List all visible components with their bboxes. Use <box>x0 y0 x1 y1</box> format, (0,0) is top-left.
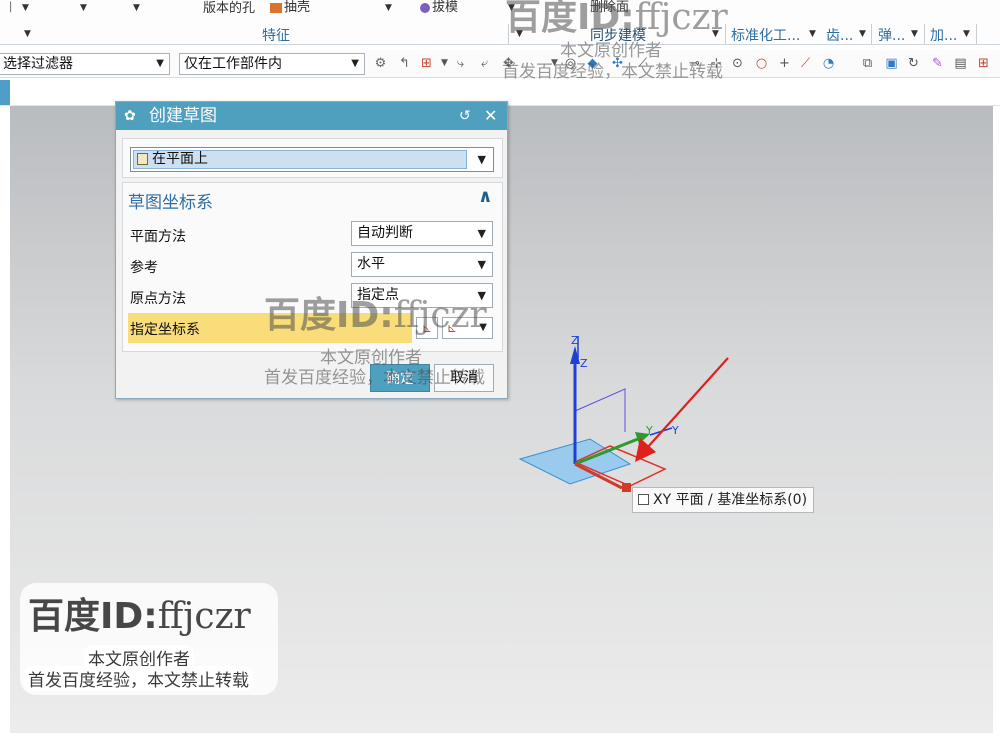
origin-method-label: 原点方法 <box>130 291 186 307</box>
divider <box>924 24 925 44</box>
resource-bar-tab[interactable] <box>0 80 10 105</box>
close-icon[interactable]: ✕ <box>484 102 497 130</box>
plane-method-label: 平面方法 <box>130 229 186 245</box>
divider <box>871 24 872 44</box>
chevron-down-icon[interactable]: ▼ <box>436 55 453 72</box>
chevron-down-icon[interactable]: ▼ <box>80 3 87 13</box>
chevron-down-icon: ▼ <box>477 227 486 240</box>
rotate-icon[interactable]: ↻ <box>905 55 922 72</box>
chevron-down-icon[interactable]: ▼ <box>809 29 816 39</box>
chevron-down-icon: ▼ <box>477 258 486 271</box>
draft-icon <box>420 2 430 13</box>
scope-filter-select[interactable]: 仅在工作部件内 ▼ <box>179 53 365 75</box>
chevron-down-icon[interactable]: ▼ <box>385 3 392 13</box>
chevron-down-icon[interactable]: ▼ <box>24 29 31 39</box>
chevron-down-icon[interactable]: │ <box>8 3 13 13</box>
section-title[interactable]: 草图坐标系 <box>128 188 213 213</box>
dialog-title-bar[interactable]: ✿ 创建草图 ↺ ✕ <box>116 102 507 130</box>
plane-icon <box>638 494 649 505</box>
chevron-down-icon: ▼ <box>156 58 164 69</box>
line-snap-icon[interactable]: ⟋ <box>797 55 814 72</box>
ribbon-shell-button[interactable]: 抽壳 <box>270 0 310 16</box>
arc-icon[interactable]: ◔ <box>820 55 837 72</box>
ribbon-hole-button[interactable]: 版本的孔 <box>203 0 255 17</box>
y-axis-label: Y <box>645 424 653 437</box>
pencil-icon[interactable]: ✎ <box>929 55 946 72</box>
type-filter-select[interactable]: 选择过滤器 ▼ <box>0 53 170 75</box>
plane-method-select[interactable]: 自动判断 ▼ <box>351 221 493 246</box>
watermark: 百度ID:ffjczr <box>505 0 728 38</box>
dialog-title: 创建草图 <box>149 106 217 126</box>
plus-icon[interactable]: + <box>776 55 793 72</box>
ribbon-group-gear[interactable]: 齿... <box>826 25 853 44</box>
chevron-down-icon[interactable]: ▼ <box>859 29 866 39</box>
watermark: 百度ID:ffjczr <box>264 295 487 336</box>
window-icon[interactable]: ▣ <box>883 55 900 72</box>
chevron-down-icon[interactable]: ▼ <box>133 3 140 13</box>
selection-bar: 选择过滤器 ▼ 仅在工作部件内 ▼ ⚙ ↰ ⊞ ▼ ⤷ ⤶ ✥ ▼ ◎ ◆ ✣ … <box>0 50 1000 78</box>
view-icon[interactable]: ⧉ <box>859 55 876 72</box>
point-snap-icon[interactable]: ⊞ <box>418 55 435 72</box>
ribbon-group-feature: 特征 <box>262 28 290 44</box>
circle-icon[interactable]: ○ <box>753 55 770 72</box>
center-icon[interactable]: ⊙ <box>729 55 746 72</box>
reset-icon[interactable]: ↺ <box>459 102 471 130</box>
ribbon: │ ▼ ▼ ▼ 版本的孔 抽壳 ▼ 拔模 ▼ 删除面 ▼ 特征 ▼ 同步建模 ▼… <box>0 0 1000 45</box>
selection-tooltip: XY 平面 / 基准坐标系(0) <box>632 487 815 513</box>
grid-icon[interactable]: ⊞ <box>975 55 992 72</box>
gear-icon[interactable]: ✿ <box>124 102 136 130</box>
specify-csys-label: 指定坐标系 <box>130 322 200 338</box>
chevron-down-icon: ▼ <box>351 58 359 69</box>
plane-icon <box>137 153 148 165</box>
shell-icon <box>270 2 282 13</box>
watermark-line: 首发百度经验，本文禁止转载 <box>502 62 723 82</box>
app-window: │ ▼ ▼ ▼ 版本的孔 抽壳 ▼ 拔模 ▼ 删除面 ▼ 特征 ▼ 同步建模 ▼… <box>0 0 1000 743</box>
reference-label: 参考 <box>130 260 158 276</box>
ribbon-group-add[interactable]: 加... <box>930 25 957 44</box>
create-sketch-dialog: ✿ 创建草图 ↺ ✕ 在平面上 ▼ 草图坐标系 ∧ 平面方法 自动判断 ▼ 参考 … <box>115 101 508 399</box>
watermark-line: 首发百度经验，本文禁止转载 <box>264 368 485 388</box>
chevron-up-icon[interactable]: ∧ <box>478 186 493 207</box>
chevron-down-icon[interactable]: ▼ <box>911 29 918 39</box>
z-axis-label-2: Z <box>580 357 588 370</box>
ribbon-group-standard[interactable]: 标准化工... <box>731 25 800 44</box>
snap-icon[interactable]: ↰ <box>396 55 413 72</box>
snap-icon[interactable]: ⤷ <box>452 55 469 72</box>
ribbon-draft-button[interactable]: 拔模 <box>420 0 458 16</box>
x-axis-handle[interactable] <box>622 483 631 492</box>
layer-icon[interactable]: ▤ <box>952 55 969 72</box>
snap-icon[interactable]: ⚙ <box>372 55 389 72</box>
watermark-line: 首发百度经验，本文禁止转载 <box>24 666 253 691</box>
chevron-down-icon[interactable]: ▼ <box>22 3 29 13</box>
chevron-down-icon: ▼ <box>477 153 486 166</box>
snap-icon[interactable]: ⤶ <box>476 55 493 72</box>
divider <box>976 24 977 44</box>
y-axis-label-2: Y <box>671 424 679 437</box>
ribbon-group-spring[interactable]: 弹... <box>878 25 905 44</box>
sketch-type-select[interactable]: 在平面上 ▼ <box>130 147 494 172</box>
reference-select[interactable]: 水平 ▼ <box>351 252 493 277</box>
chevron-down-icon[interactable]: ▼ <box>963 29 970 39</box>
annotation-arrow <box>646 357 729 449</box>
z-axis-label: Z <box>571 334 579 347</box>
